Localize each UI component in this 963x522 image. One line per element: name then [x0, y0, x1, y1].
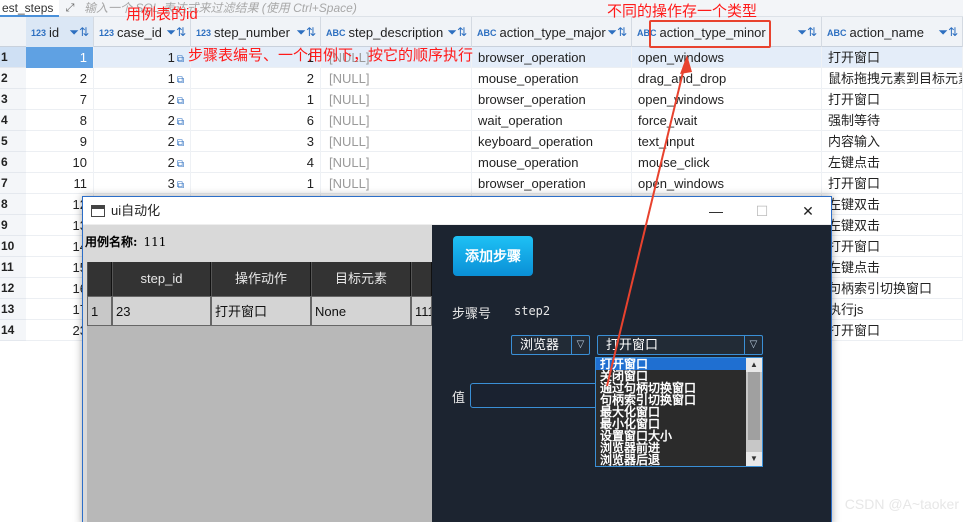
annotation-arrow	[606, 55, 692, 387]
watermark: CSDN @A~taoker	[844, 496, 959, 512]
